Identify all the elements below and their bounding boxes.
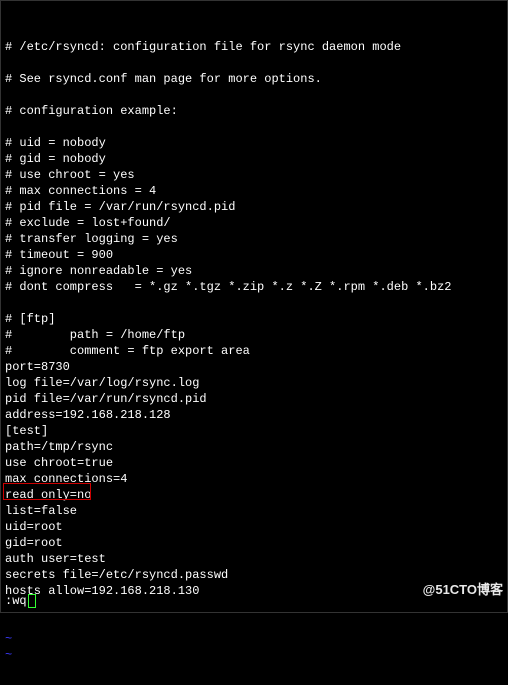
file-line[interactable]: # ignore nonreadable = yes (5, 263, 503, 279)
file-line[interactable]: # comment = ftp export area (5, 343, 503, 359)
vim-command-text: :wq (5, 594, 27, 608)
file-line[interactable] (5, 55, 503, 71)
cursor-icon (28, 594, 36, 608)
file-line[interactable]: # exclude = lost+found/ (5, 215, 503, 231)
watermark-text: @51CTO博客 (423, 579, 503, 598)
vim-command-line[interactable]: :wq (5, 594, 36, 608)
file-line[interactable]: # use chroot = yes (5, 167, 503, 183)
file-line[interactable]: # /etc/rsyncd: configuration file for rs… (5, 39, 503, 55)
file-line[interactable]: auth user=test (5, 551, 503, 567)
file-line[interactable]: uid=root (5, 519, 503, 535)
file-line[interactable] (5, 87, 503, 103)
file-line[interactable]: # [ftp] (5, 311, 503, 327)
file-line[interactable] (5, 295, 503, 311)
file-line[interactable]: pid file=/var/run/rsyncd.pid (5, 391, 503, 407)
file-line[interactable]: path=/tmp/rsync (5, 439, 503, 455)
file-line[interactable]: gid=root (5, 535, 503, 551)
file-line[interactable] (5, 119, 503, 135)
file-line[interactable]: port=8730 (5, 359, 503, 375)
file-line[interactable]: # See rsyncd.conf man page for more opti… (5, 71, 503, 87)
vim-tilde-line: ~ (5, 631, 503, 647)
file-line[interactable]: # uid = nobody (5, 135, 503, 151)
file-line[interactable]: # configuration example: (5, 103, 503, 119)
file-line[interactable]: max connections=4 (5, 471, 503, 487)
file-line[interactable]: read only=no (5, 487, 503, 503)
file-line[interactable]: # gid = nobody (5, 151, 503, 167)
file-line[interactable]: [test] (5, 423, 503, 439)
file-line[interactable]: # path = /home/ftp (5, 327, 503, 343)
file-line[interactable]: # pid file = /var/run/rsyncd.pid (5, 199, 503, 215)
file-line[interactable]: list=false (5, 503, 503, 519)
file-line[interactable]: use chroot=true (5, 455, 503, 471)
file-line[interactable]: # timeout = 900 (5, 247, 503, 263)
file-line[interactable]: # transfer logging = yes (5, 231, 503, 247)
file-line[interactable]: address=192.168.218.128 (5, 407, 503, 423)
file-line[interactable]: # dont compress = *.gz *.tgz *.zip *.z *… (5, 279, 503, 295)
vim-tilde-line: ~ (5, 647, 503, 663)
file-line[interactable]: # max connections = 4 (5, 183, 503, 199)
file-line[interactable]: log file=/var/log/rsync.log (5, 375, 503, 391)
